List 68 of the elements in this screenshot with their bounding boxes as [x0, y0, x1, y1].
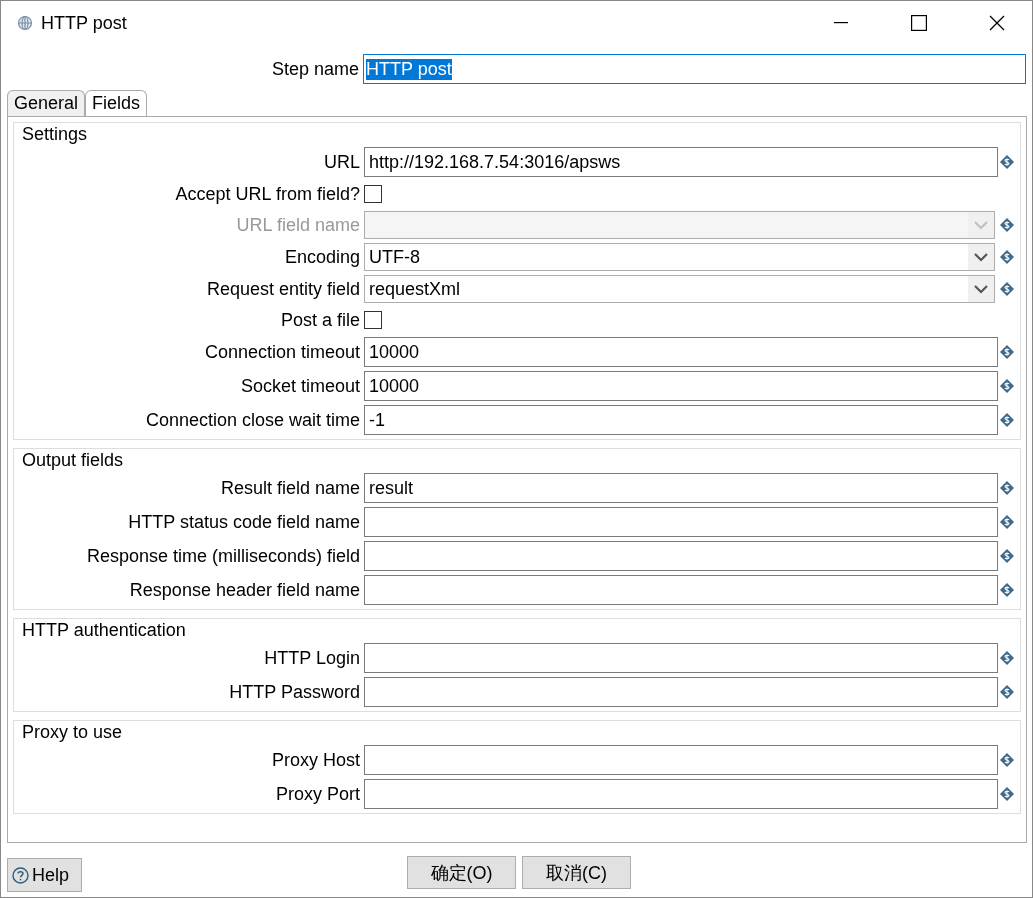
dropdown[interactable]: UTF-8	[364, 243, 995, 271]
variable-icon[interactable]	[1000, 753, 1014, 767]
input-field[interactable]	[364, 541, 998, 571]
input-field[interactable]	[364, 745, 998, 775]
dialog-button[interactable]: 取消(C)	[522, 856, 631, 889]
group-title: HTTP authentication	[21, 619, 187, 642]
globe-icon	[17, 15, 33, 31]
input-field[interactable]	[364, 575, 998, 605]
maximize-icon[interactable]	[911, 15, 927, 31]
field-label: Response time (milliseconds) field	[85, 545, 361, 567]
step-name-label: Step name	[270, 58, 360, 80]
tab[interactable]: General	[7, 90, 86, 116]
variable-icon[interactable]	[1000, 583, 1014, 597]
chevron-down-icon	[974, 284, 988, 294]
close-icon[interactable]	[989, 15, 1005, 31]
variable-icon[interactable]	[1000, 218, 1014, 232]
variable-icon[interactable]	[1000, 345, 1014, 359]
dropdown[interactable]: requestXml	[364, 275, 995, 303]
field-label: Connection close wait time	[144, 409, 361, 431]
field-label: URL field name	[235, 214, 361, 236]
field-label: Post a file	[279, 309, 361, 331]
field-label: Socket timeout	[239, 375, 361, 397]
input-field[interactable]	[364, 779, 998, 809]
variable-icon[interactable]	[1000, 549, 1014, 563]
chevron-down-icon	[974, 220, 988, 230]
minimize-icon[interactable]	[834, 22, 848, 24]
checkbox[interactable]	[364, 185, 382, 203]
group-title: Proxy to use	[21, 721, 124, 744]
field-label: Proxy Port	[274, 783, 361, 805]
variable-icon[interactable]	[1000, 481, 1014, 495]
variable-icon[interactable]	[1000, 413, 1014, 427]
variable-icon[interactable]	[1000, 250, 1014, 264]
field-label: Request entity field	[205, 278, 361, 300]
field-label: HTTP status code field name	[127, 511, 361, 533]
checkbox[interactable]	[364, 311, 382, 329]
step-name-field[interactable]: HTTP post	[363, 54, 1026, 84]
input-field[interactable]: -1	[364, 405, 998, 435]
field-label: Proxy Host	[270, 749, 361, 771]
variable-icon[interactable]	[1000, 787, 1014, 801]
window-title: HTTP post	[41, 12, 128, 34]
input-field[interactable]	[364, 643, 998, 673]
group-title: Settings	[21, 123, 89, 146]
field-label: URL	[323, 151, 361, 173]
variable-icon[interactable]	[1000, 515, 1014, 529]
field-label: HTTP Password	[228, 681, 361, 703]
field-label: Encoding	[283, 246, 361, 268]
input-field[interactable]	[364, 677, 998, 707]
variable-icon[interactable]	[1000, 155, 1014, 169]
group-title: Output fields	[21, 449, 125, 472]
tab[interactable]: Fields	[85, 90, 148, 116]
variable-icon[interactable]	[1000, 379, 1014, 393]
help-icon	[12, 866, 29, 884]
variable-icon[interactable]	[1000, 651, 1014, 665]
input-field[interactable]: http://192.168.7.54:3016/apsws	[364, 147, 998, 177]
field-label: Accept URL from field?	[174, 183, 361, 205]
chevron-down-icon	[974, 252, 988, 262]
variable-icon[interactable]	[1000, 685, 1014, 699]
field-label: HTTP Login	[263, 647, 361, 669]
input-field[interactable]: result	[364, 473, 998, 503]
field-label: Connection timeout	[203, 341, 361, 363]
help-button[interactable]: Help	[7, 858, 82, 892]
input-field[interactable]: 10000	[364, 371, 998, 401]
input-field[interactable]	[364, 507, 998, 537]
dialog-button[interactable]: 确定(O)	[407, 856, 516, 889]
field-label: Result field name	[219, 477, 361, 499]
field-label: Response header field name	[128, 579, 361, 601]
input-field[interactable]: 10000	[364, 337, 998, 367]
variable-icon[interactable]	[1000, 282, 1014, 296]
